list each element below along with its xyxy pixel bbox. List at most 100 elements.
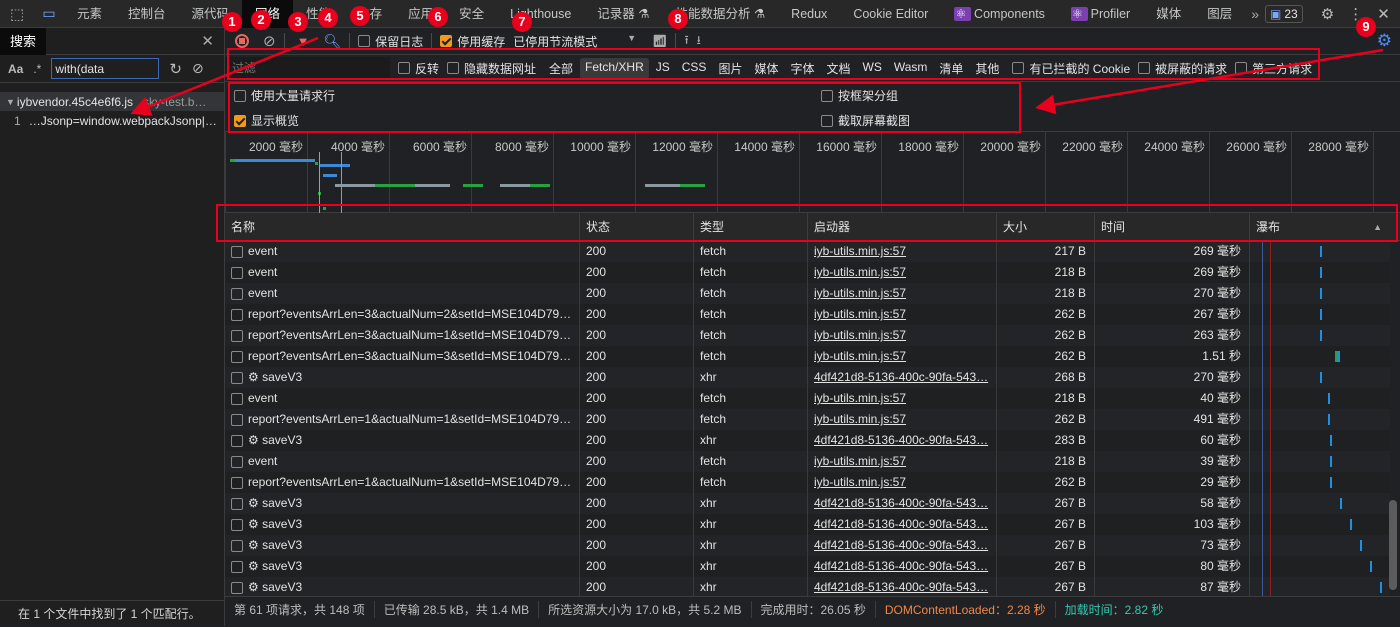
row-checkbox[interactable] — [231, 455, 243, 468]
tab-9[interactable]: 记录器 ⚗ — [584, 0, 662, 28]
row-checkbox[interactable] — [231, 560, 243, 573]
throttling-select[interactable]: 已停用节流模式 ▼ — [513, 33, 636, 50]
overview-bar — [680, 184, 705, 187]
cell-name: report?eventsArrLen=1&actualNum=1&setId=… — [225, 472, 580, 493]
waterfall-bar — [1370, 561, 1372, 572]
tab-1[interactable]: 控制台 — [115, 0, 179, 28]
match-case-button[interactable]: Aa — [8, 62, 23, 76]
cell-initiator[interactable]: 4df421d8-5136-400c-90fa-543… — [808, 514, 997, 535]
cell-initiator[interactable]: iyb-utils.min.js:57 — [808, 283, 997, 304]
network-overview-timeline[interactable]: 2000 毫秒 4000 毫秒 6000 毫秒 8000 毫秒 10000 毫秒 1200… — [225, 132, 1400, 213]
transferred-size: 已传输 28.5 kB，共 1.4 MB — [375, 600, 540, 618]
overview-tick: 12000 毫秒 — [635, 132, 717, 213]
tab-7[interactable]: 安全 — [446, 0, 497, 28]
cell-initiator[interactable]: 4df421d8-5136-400c-90fa-543… — [808, 493, 997, 514]
table-row[interactable]: event 200 fetch iyb-utils.min.js:57 218 B 270… — [225, 283, 1390, 304]
cell-initiator[interactable]: 4df421d8-5136-400c-90fa-543… — [808, 577, 997, 596]
table-row[interactable]: report?eventsArrLen=3&actualNum=2&setId=… — [225, 304, 1390, 325]
cell-type: xhr — [694, 535, 808, 556]
cell-initiator[interactable]: iyb-utils.min.js:57 — [808, 451, 997, 472]
row-checkbox[interactable] — [231, 245, 243, 258]
table-row[interactable]: ⚙ saveV3 200 xhr 4df421d8-5136-400c-90fa-54… — [225, 577, 1390, 596]
record-stop-icon[interactable] — [235, 34, 249, 48]
table-row[interactable]: event 200 fetch iyb-utils.min.js:57 218 B 39 … — [225, 451, 1390, 472]
table-row[interactable]: report?eventsArrLen=1&actualNum=1&setId=… — [225, 409, 1390, 430]
refresh-icon[interactable]: ↻ — [169, 60, 182, 78]
row-checkbox[interactable] — [231, 497, 243, 510]
search-input[interactable] — [51, 58, 160, 79]
row-checkbox[interactable] — [231, 518, 243, 531]
tab-15[interactable]: 媒体 — [1143, 0, 1194, 28]
cell-initiator[interactable]: 4df421d8-5136-400c-90fa-543… — [808, 367, 997, 388]
tab-11[interactable]: Redux — [778, 0, 840, 28]
table-row[interactable]: ⚙ saveV3 200 xhr 4df421d8-5136-400c-90fa-54… — [225, 367, 1390, 388]
more-tabs-button[interactable]: » — [1251, 6, 1259, 22]
cell-initiator[interactable]: 4df421d8-5136-400c-90fa-543… — [808, 535, 997, 556]
network-conditions-icon[interactable]: 📶︎ — [652, 34, 667, 48]
row-checkbox[interactable] — [231, 539, 243, 552]
table-scrollbar[interactable] — [1389, 500, 1397, 590]
clear-search-icon[interactable]: ⊘ — [192, 60, 204, 77]
tab-13[interactable]: ⚛ Components — [941, 0, 1058, 28]
search-result-file[interactable]: ▼ iybvendor.45c4e6f6.js sky-test.b… — [0, 92, 224, 111]
cell-initiator[interactable]: iyb-utils.min.js:57 — [808, 241, 997, 262]
table-row[interactable]: ⚙ saveV3 200 xhr 4df421d8-5136-400c-90fa-54… — [225, 493, 1390, 514]
row-checkbox[interactable] — [231, 308, 243, 321]
tab-8[interactable]: Lighthouse — [497, 0, 584, 28]
cell-initiator[interactable]: iyb-utils.min.js:57 — [808, 325, 997, 346]
row-checkbox[interactable] — [231, 581, 243, 594]
close-devtools-icon[interactable]: ✕ — [1377, 5, 1390, 23]
preserve-log-checkbox[interactable]: 保留日志 — [358, 33, 423, 50]
cell-initiator[interactable]: iyb-utils.min.js:57 — [808, 262, 997, 283]
cell-type: xhr — [694, 556, 808, 577]
inspect-element-icon[interactable]: ⬚ — [0, 5, 34, 23]
row-checkbox[interactable] — [231, 434, 243, 447]
table-row[interactable]: report?eventsArrLen=1&actualNum=1&setId=… — [225, 472, 1390, 493]
cell-initiator[interactable]: 4df421d8-5136-400c-90fa-543… — [808, 556, 997, 577]
cell-initiator[interactable]: 4df421d8-5136-400c-90fa-543… — [808, 430, 997, 451]
tab-16[interactable]: 图层 — [1194, 0, 1245, 28]
regex-button[interactable]: .* — [33, 62, 41, 76]
table-row[interactable]: event 200 fetch iyb-utils.min.js:57 218 B 269… — [225, 262, 1390, 283]
row-checkbox[interactable] — [231, 329, 243, 342]
overview-tick: 16000 毫秒 — [799, 132, 881, 213]
filter-funnel-icon[interactable]: ▼ — [297, 34, 310, 49]
tab-0[interactable]: 元素 — [64, 0, 115, 28]
row-checkbox[interactable] — [231, 413, 243, 426]
table-row[interactable]: ⚙ saveV3 200 xhr 4df421d8-5136-400c-90fa-54… — [225, 556, 1390, 577]
row-checkbox[interactable] — [231, 350, 243, 363]
row-checkbox[interactable] — [231, 476, 243, 489]
row-checkbox[interactable] — [231, 371, 243, 384]
cell-initiator[interactable]: iyb-utils.min.js:57 — [808, 409, 997, 430]
cell-initiator[interactable]: iyb-utils.min.js:57 — [808, 388, 997, 409]
search-icon[interactable]: 🔍︎ — [323, 33, 341, 50]
annotation-badge-5: 5 — [350, 6, 370, 26]
cell-initiator[interactable]: iyb-utils.min.js:57 — [808, 472, 997, 493]
close-search-icon[interactable]: ✕ — [201, 32, 214, 50]
tab-14[interactable]: ⚛ Profiler — [1058, 0, 1143, 28]
disable-cache-checkbox[interactable]: 停用缓存 — [440, 33, 505, 50]
row-checkbox[interactable] — [231, 392, 243, 405]
tab-12[interactable]: Cookie Editor — [840, 0, 941, 28]
overview-tick: 8000 毫秒 — [471, 132, 553, 213]
cell-initiator[interactable]: iyb-utils.min.js:57 — [808, 346, 997, 367]
annotation-box-filter — [227, 48, 1320, 80]
cell-status: 200 — [580, 241, 694, 262]
device-toolbar-icon[interactable]: ▭ — [34, 5, 64, 22]
waterfall-bar — [1380, 582, 1382, 593]
row-checkbox[interactable] — [231, 266, 243, 279]
row-checkbox[interactable] — [231, 287, 243, 300]
settings-gear-icon[interactable]: ⚙ — [1321, 5, 1334, 23]
table-row[interactable]: event 200 fetch iyb-utils.min.js:57 217 B 269… — [225, 241, 1390, 262]
table-row[interactable]: ⚙ saveV3 200 xhr 4df421d8-5136-400c-90fa-54… — [225, 514, 1390, 535]
table-row[interactable]: ⚙ saveV3 200 xhr 4df421d8-5136-400c-90fa-54… — [225, 535, 1390, 556]
table-row[interactable]: ⚙ saveV3 200 xhr 4df421d8-5136-400c-90fa-54… — [225, 430, 1390, 451]
table-row[interactable]: report?eventsArrLen=3&actualNum=3&setId=… — [225, 346, 1390, 367]
table-row[interactable]: event 200 fetch iyb-utils.min.js:57 218 B 40 … — [225, 388, 1390, 409]
issues-badge[interactable]: ▣ 23 — [1265, 4, 1303, 23]
network-settings-gear-icon[interactable]: ⚙ — [1377, 31, 1392, 51]
search-result-line[interactable]: 1 …Jsonp=window.webpackJsonp|… — [0, 111, 224, 130]
cell-initiator[interactable]: iyb-utils.min.js:57 — [808, 304, 997, 325]
table-row[interactable]: report?eventsArrLen=3&actualNum=1&setId=… — [225, 325, 1390, 346]
react-icon: ⚛ — [954, 6, 972, 21]
